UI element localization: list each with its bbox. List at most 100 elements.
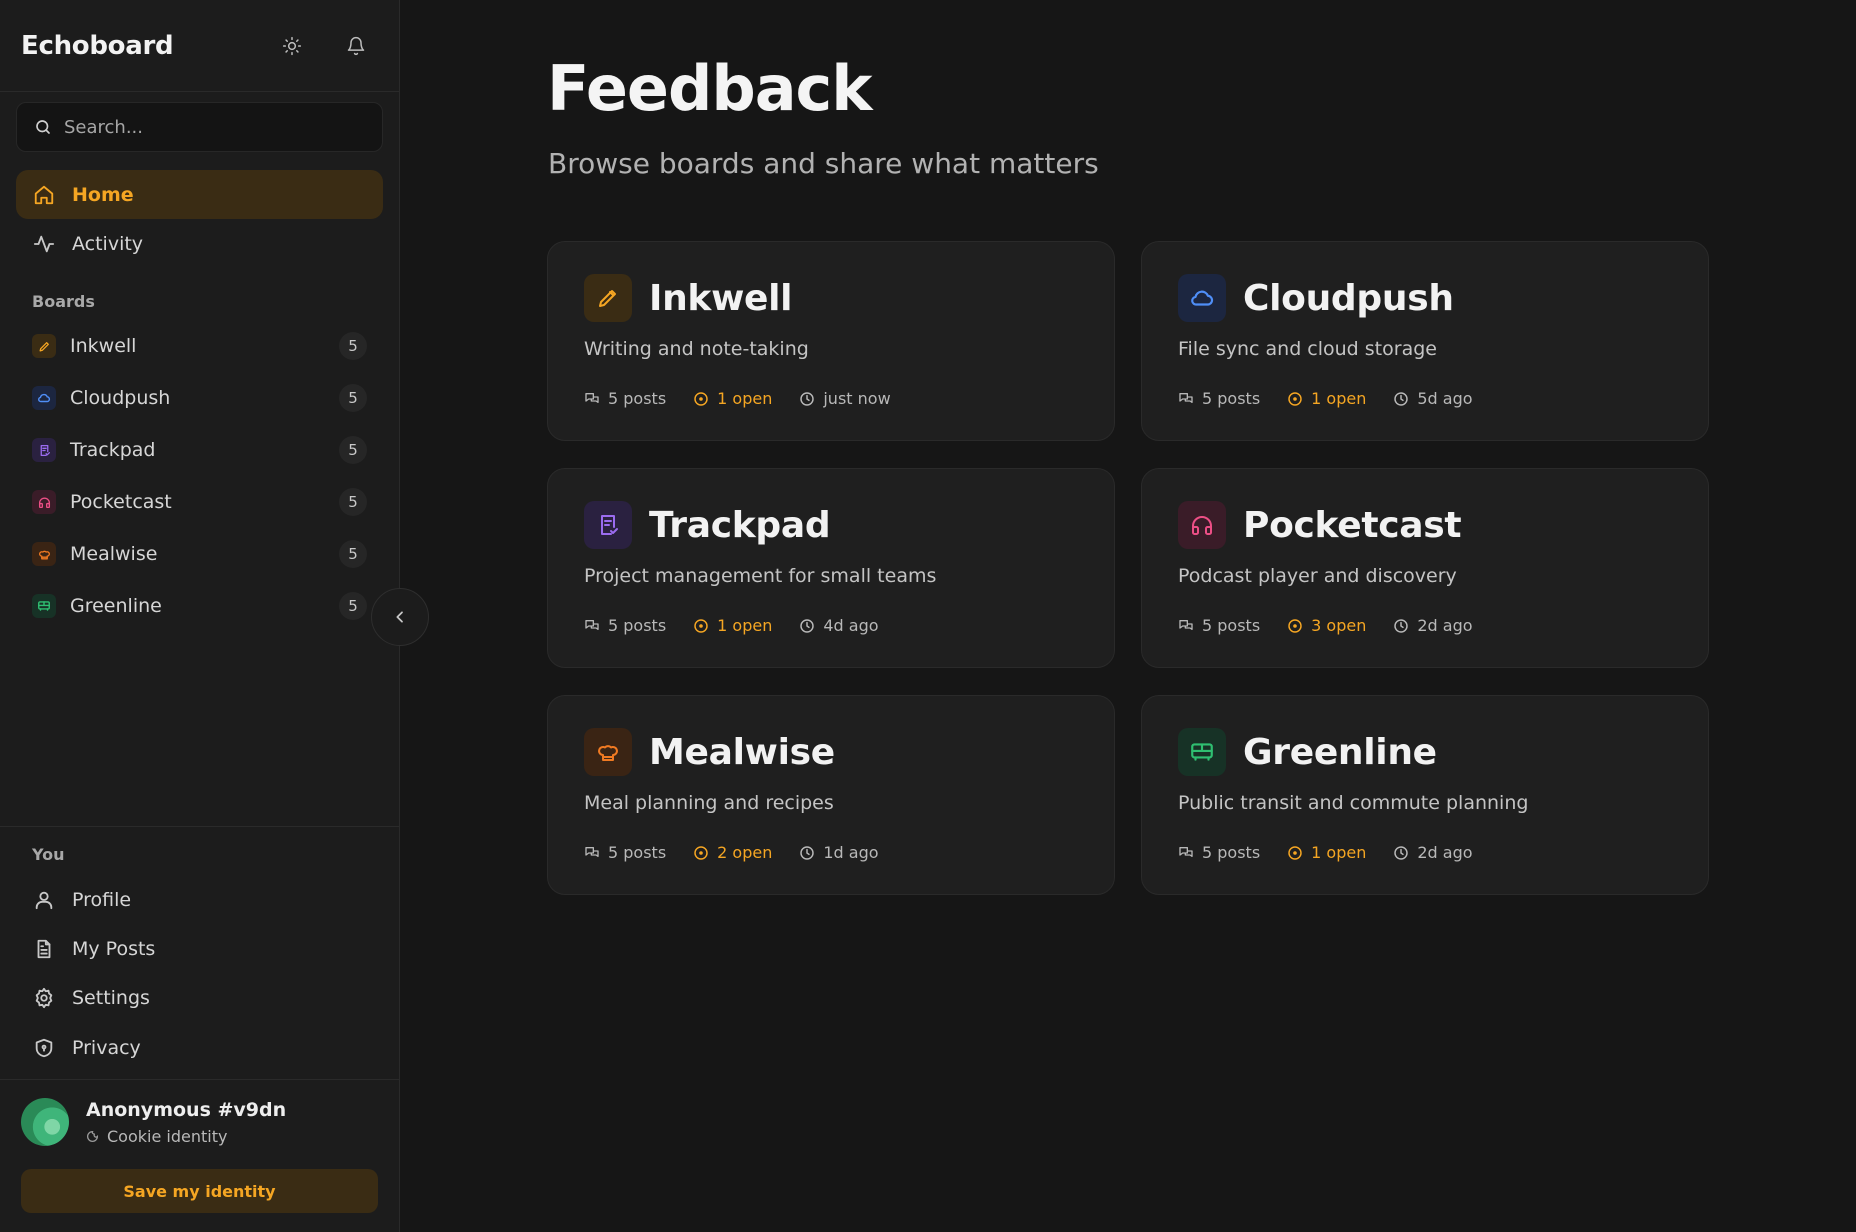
user-card: Anonymous #v9dn Cookie identity (21, 1098, 286, 1146)
user-name: Anonymous #v9dn (86, 1098, 287, 1121)
sidebar-item-label: Privacy (72, 1037, 141, 1059)
clock-icon (1394, 618, 1409, 633)
open-count: 1 open (717, 389, 773, 408)
sidebar-header: Echoboard (0, 0, 399, 92)
sidebar-item-trackpad[interactable]: Trackpad 5 (16, 428, 383, 472)
board-description: Project management for small teams (584, 565, 937, 587)
posts-count: 5 posts (608, 843, 667, 862)
board-description: File sync and cloud storage (1178, 338, 1437, 360)
last-activity: just now (823, 389, 891, 408)
clock-icon (800, 618, 815, 633)
posts-icon (1179, 619, 1193, 630)
last-activity: 2d ago (1417, 616, 1473, 635)
board-title: Pocketcast (1243, 504, 1462, 546)
last-activity: 1d ago (823, 843, 879, 862)
open-issues-icon (1288, 391, 1302, 406)
sidebar-item-label: Trackpad (70, 439, 156, 461)
board-card-trackpad[interactable]: Trackpad Project management for small te… (547, 468, 1115, 668)
identity-label: Cookie identity (107, 1126, 228, 1146)
board-description: Public transit and commute planning (1178, 792, 1529, 814)
gear-icon (32, 987, 56, 1009)
sidebar-item-label: Profile (72, 889, 132, 911)
sidebar-item-label: Settings (72, 987, 150, 1009)
posts-icon (585, 392, 599, 403)
nav-item-label: Home (72, 183, 134, 206)
nav-item-activity[interactable]: Activity (16, 219, 383, 268)
file-text-icon (32, 938, 56, 960)
activity-icon (32, 233, 56, 255)
clipboard-check-icon (32, 438, 56, 462)
nav-item-home[interactable]: Home (16, 170, 383, 219)
clock-icon (800, 845, 815, 860)
sidebar-item-my-posts[interactable]: My Posts (16, 925, 383, 973)
open-count: 1 open (1311, 389, 1367, 408)
chef-hat-icon (584, 728, 632, 776)
post-count-badge: 5 (339, 540, 367, 568)
open-count: 1 open (1311, 843, 1367, 862)
page-title: Feedback (547, 52, 873, 125)
post-count-badge: 5 (339, 592, 367, 620)
sidebar-item-label: Cloudpush (70, 387, 171, 409)
board-card-mealwise[interactable]: Mealwise Meal planning and recipes 5 pos… (547, 695, 1115, 895)
sidebar-item-label: Greenline (70, 595, 162, 617)
pencil-icon (32, 334, 56, 358)
board-card-greenline[interactable]: Greenline Public transit and commute pla… (1141, 695, 1709, 895)
sidebar-item-settings[interactable]: Settings (16, 974, 383, 1022)
search-icon (36, 120, 50, 134)
board-card-pocketcast[interactable]: Pocketcast Podcast player and discovery … (1141, 468, 1709, 668)
board-title: Greenline (1243, 731, 1437, 773)
board-description: Writing and note-taking (584, 338, 809, 360)
bus-icon (1178, 728, 1226, 776)
post-count-badge: 5 (339, 436, 367, 464)
collapse-sidebar-button[interactable] (371, 588, 429, 646)
posts-count: 5 posts (1202, 843, 1261, 862)
bus-icon (32, 594, 56, 618)
save-identity-button[interactable]: Save my identity (21, 1169, 378, 1213)
open-count: 3 open (1311, 616, 1367, 635)
notifications-button[interactable] (334, 24, 378, 68)
cloud-icon (1178, 274, 1226, 322)
you-section-label: You (32, 845, 65, 864)
sidebar-item-profile[interactable]: Profile (16, 876, 383, 924)
user-icon (32, 889, 56, 911)
open-issues-icon (1288, 618, 1302, 633)
posts-count: 5 posts (608, 389, 667, 408)
post-count-badge: 5 (339, 488, 367, 516)
headphones-icon (32, 490, 56, 514)
search-box (16, 102, 383, 152)
posts-icon (585, 846, 599, 857)
posts-count: 5 posts (608, 616, 667, 635)
sidebar-item-mealwise[interactable]: Mealwise 5 (16, 532, 383, 576)
sidebar-item-inkwell[interactable]: Inkwell 5 (16, 324, 383, 368)
clock-icon (1394, 391, 1409, 406)
open-issues-icon (694, 618, 708, 633)
sidebar-item-greenline[interactable]: Greenline 5 (16, 584, 383, 628)
last-activity: 5d ago (1417, 389, 1473, 408)
cloud-icon (32, 386, 56, 410)
avatar[interactable] (21, 1098, 69, 1146)
board-title: Mealwise (649, 731, 835, 773)
sidebar-item-label: My Posts (72, 938, 156, 960)
sidebar-item-cloudpush[interactable]: Cloudpush 5 (16, 376, 383, 420)
page-subtitle: Browse boards and share what matters (548, 147, 1099, 180)
board-description: Meal planning and recipes (584, 792, 834, 814)
board-title: Inkwell (649, 277, 793, 319)
board-card-inkwell[interactable]: Inkwell Writing and note-taking 5 posts … (547, 241, 1115, 441)
headphones-icon (1178, 501, 1226, 549)
sidebar-item-label: Mealwise (70, 543, 158, 565)
chevron-left-icon (396, 611, 403, 623)
sidebar: Echoboard Home Activity Boards Inkwell 5 (0, 0, 400, 1232)
board-card-cloudpush[interactable]: Cloudpush File sync and cloud storage 5 … (1141, 241, 1709, 441)
search-input[interactable] (64, 116, 364, 138)
clipboard-check-icon (584, 501, 632, 549)
posts-count: 5 posts (1202, 616, 1261, 635)
open-issues-icon (694, 391, 708, 406)
sidebar-item-privacy[interactable]: Privacy (16, 1024, 383, 1072)
bell-icon (347, 36, 365, 55)
nav-item-label: Activity (72, 232, 144, 255)
theme-toggle-button[interactable] (270, 24, 314, 68)
divider (0, 1079, 400, 1080)
sidebar-item-pocketcast[interactable]: Pocketcast 5 (16, 480, 383, 524)
open-count: 2 open (717, 843, 773, 862)
posts-count: 5 posts (1202, 389, 1261, 408)
